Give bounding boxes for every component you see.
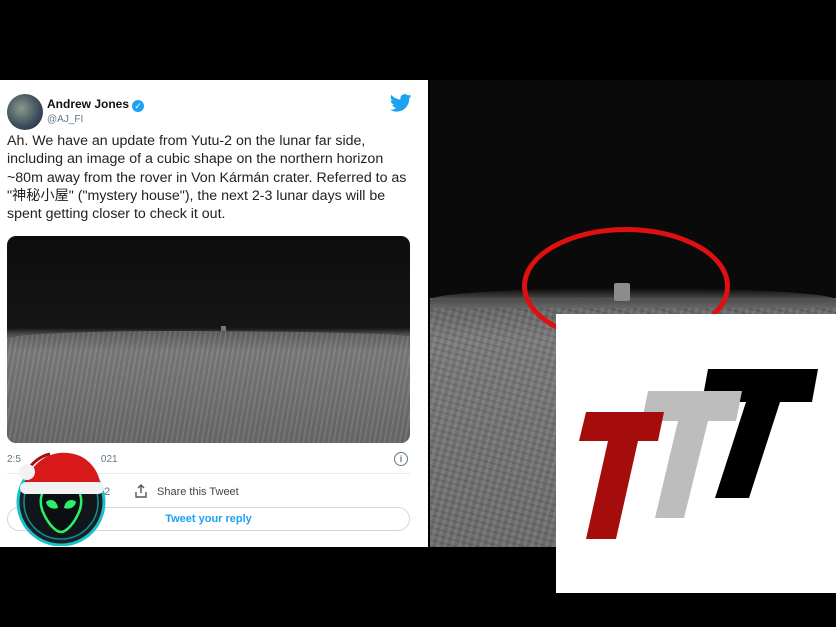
share-icon[interactable] [133, 483, 149, 499]
info-icon[interactable]: i [394, 452, 408, 466]
verified-badge-icon: ✓ [132, 100, 145, 112]
tweet-media-image[interactable] [7, 236, 410, 443]
ttt-logo-graphic [579, 369, 818, 539]
twitter-bird-icon[interactable] [390, 94, 412, 112]
image-ground [7, 331, 410, 443]
share-tweet-button[interactable]: Share this Tweet [157, 486, 239, 498]
author-name-text[interactable]: Andrew Jones [47, 97, 129, 111]
ttt-logo [556, 314, 836, 593]
tweet-text: Ah. We have an update from Yutu-2 on the… [7, 133, 407, 223]
santa-hat-alien-icon [16, 452, 106, 546]
avatar[interactable] [7, 94, 43, 130]
author-handle[interactable]: @AJ_FI [47, 114, 83, 125]
image-distant-object [221, 326, 226, 331]
author-name[interactable]: Andrew Jones ✓ [47, 97, 145, 112]
